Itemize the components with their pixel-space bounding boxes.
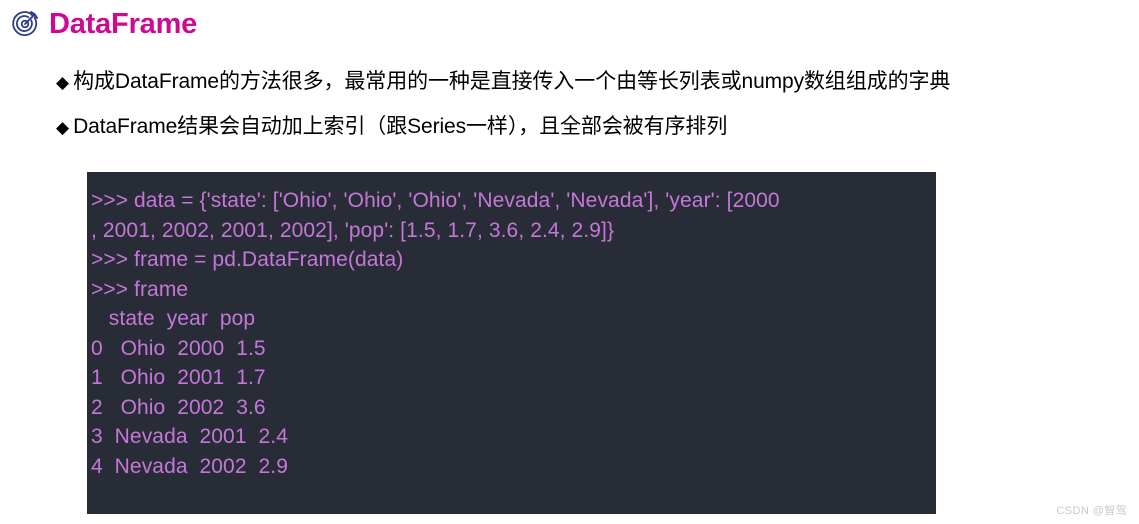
code-line: 4 Nevada 2002 2.9 xyxy=(91,454,288,478)
bullet-diamond-icon: ◆ xyxy=(56,118,70,137)
list-item-label: 构成DataFrame的方法很多，最常用的一种是直接传入一个由等长列表或nump… xyxy=(73,70,951,93)
code-line: 2 Ohio 2002 3.6 xyxy=(91,395,266,419)
code-block-content: >>> data = {'state': ['Ohio', 'Ohio', 'O… xyxy=(87,172,936,481)
bullet-diamond-icon: ◆ xyxy=(56,73,70,92)
code-line: >>> frame xyxy=(91,277,189,301)
page-title-text: DataFrame xyxy=(49,7,198,40)
code-line: >>> data = {'state': ['Ohio', 'Ohio', 'O… xyxy=(91,189,780,212)
code-line: >>> frame = pd.DataFrame(data) xyxy=(91,248,404,271)
code-line: 0 Ohio 2000 1.5 xyxy=(91,336,266,360)
bullet-list: ◆ 构成DataFrame的方法很多，最常用的一种是直接传入一个由等长列表或nu… xyxy=(56,60,1139,150)
watermark: CSDN @智驾 xyxy=(1056,505,1127,517)
list-item: ◆ 构成DataFrame的方法很多，最常用的一种是直接传入一个由等长列表或nu… xyxy=(56,60,1139,105)
page-title: DataFrame xyxy=(10,4,197,44)
list-item: ◆ DataFrame结果会自动加上索引（跟Series一样），且全部会被有序排… xyxy=(56,105,1139,150)
code-line: , 2001, 2002, 2001, 2002], 'pop': [1.5, … xyxy=(91,218,615,242)
target-arrow-icon xyxy=(10,9,40,39)
code-line: 1 Ohio 2001 1.7 xyxy=(91,366,266,389)
code-block: >>> data = {'state': ['Ohio', 'Ohio', 'O… xyxy=(87,172,936,514)
code-line: 3 Nevada 2001 2.4 xyxy=(91,425,288,448)
code-line: state year pop xyxy=(91,307,256,330)
list-item-label: DataFrame结果会自动加上索引（跟Series一样），且全部会被有序排列 xyxy=(73,115,728,138)
